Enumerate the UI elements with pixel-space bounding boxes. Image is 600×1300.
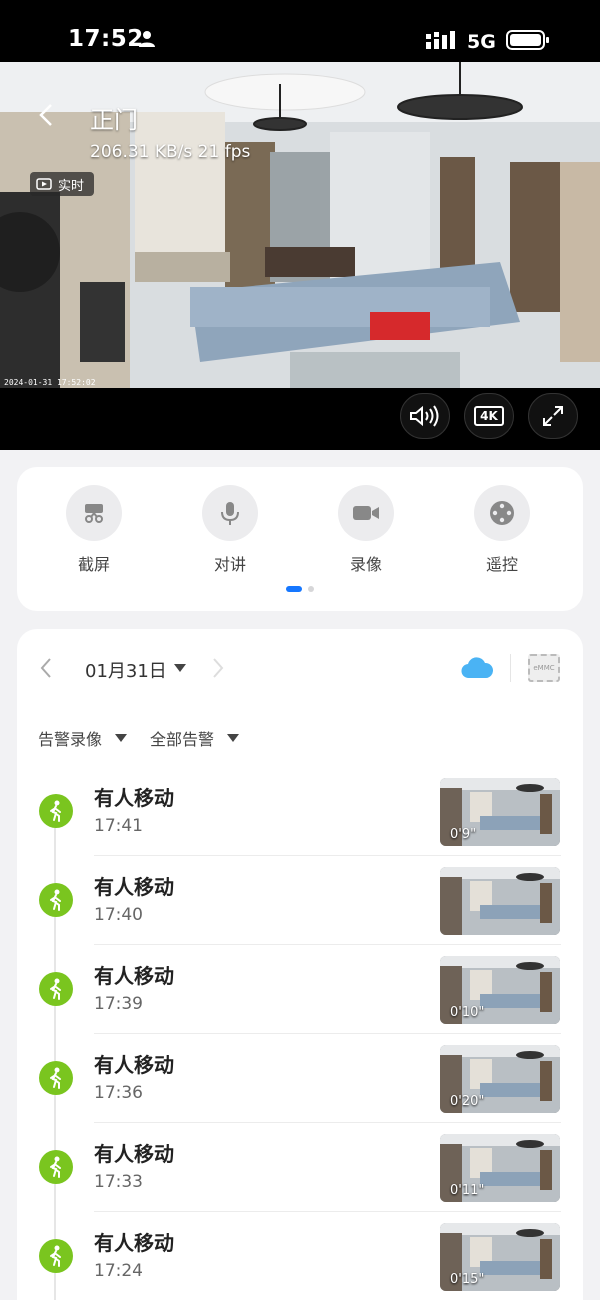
battery-icon <box>506 30 549 50</box>
sound-button[interactable] <box>400 393 450 439</box>
status-time: 17:52 <box>68 26 144 52</box>
event-thumbnail[interactable]: 0'9" <box>440 778 560 846</box>
remote-control-label: 遥控 <box>485 555 518 574</box>
remote-icon-bg <box>474 485 530 541</box>
back-icon[interactable] <box>38 103 54 127</box>
event-row[interactable]: 有人移动 17:33 0'11" <box>17 1134 583 1223</box>
row-divider <box>94 1122 561 1123</box>
event-title: 有人移动 <box>94 1053 174 1077</box>
screenshot-button[interactable]: 截屏 <box>49 485 139 575</box>
event-thumbnail[interactable] <box>440 867 560 935</box>
camera-title: 正门 <box>90 106 138 134</box>
event-row[interactable]: 有人移动 17:39 0'10" <box>17 956 583 1045</box>
record-button[interactable]: 录像 <box>321 485 411 575</box>
person-icon <box>139 31 155 47</box>
page-indicator <box>17 586 583 592</box>
motion-event-icon <box>39 1239 73 1273</box>
storage-divider <box>510 654 511 682</box>
event-duration: 0'15" <box>450 1272 485 1287</box>
video-timestamp: 2024-01-31 17:52:02 <box>4 378 96 387</box>
quality-button[interactable]: 4K <box>464 393 514 439</box>
event-duration: 0'11" <box>450 1183 485 1198</box>
screenshot-label: 截屏 <box>77 555 110 574</box>
motion-event-icon <box>39 1150 73 1184</box>
event-duration: 0'9" <box>450 827 477 842</box>
chevron-down-icon <box>115 734 128 742</box>
page-dot-active <box>286 586 302 592</box>
network-label: 5G <box>467 31 496 53</box>
live-badge[interactable]: 实时 <box>30 172 95 196</box>
event-title: 有人移动 <box>94 1142 174 1166</box>
alarm-scope-filter[interactable]: 全部告警 <box>150 726 240 750</box>
cloud-storage-icon[interactable] <box>461 656 493 680</box>
motion-event-icon <box>39 794 73 828</box>
date-label[interactable]: 01月31日 <box>85 657 167 683</box>
event-row[interactable]: 有人移动 17:24 0'15" <box>17 1223 583 1300</box>
event-thumbnail[interactable]: 0'15" <box>440 1223 560 1291</box>
alarm-type-label: 告警录像 <box>38 730 103 749</box>
microphone-icon <box>221 502 239 525</box>
event-title: 有人移动 <box>94 1231 174 1255</box>
intercom-button[interactable]: 对讲 <box>185 485 275 575</box>
row-divider <box>94 1211 561 1212</box>
event-duration: 0'20" <box>450 1094 485 1109</box>
event-time: 17:24 <box>94 1261 143 1281</box>
row-divider <box>94 1033 561 1034</box>
intercom-label: 对讲 <box>213 555 246 574</box>
alarm-scope-label: 全部告警 <box>150 730 215 749</box>
record-icon-bg <box>338 485 394 541</box>
thumbnail-image <box>440 867 560 935</box>
event-row[interactable]: 有人移动 17:41 0'9" <box>17 778 583 867</box>
event-title: 有人移动 <box>94 786 174 810</box>
date-dropdown-icon[interactable] <box>173 663 187 673</box>
event-time: 17:36 <box>94 1083 143 1103</box>
screenshot-icon-bg <box>66 485 122 541</box>
event-time: 17:40 <box>94 905 143 925</box>
event-duration: 0'10" <box>450 1005 485 1020</box>
event-thumbnail[interactable]: 0'10" <box>440 956 560 1024</box>
emmc-storage-button[interactable]: eMMC <box>528 654 560 682</box>
event-title: 有人移动 <box>94 964 174 988</box>
quality-label: 4K <box>480 409 498 423</box>
motion-event-icon <box>39 883 73 917</box>
intercom-icon-bg <box>202 485 258 541</box>
motion-event-icon <box>39 972 73 1006</box>
live-label: 实时 <box>58 178 85 194</box>
recordings-card: 01月31日 eMMC 告警录像 全部告警 有人移动 17:41 0'9" 有人移动 1… <box>17 629 583 1300</box>
quality-badge: 4K <box>474 406 504 426</box>
video-camera-icon <box>353 506 379 520</box>
stream-stats: 206.31 KB/s 21 fps <box>90 142 251 162</box>
event-time: 17:33 <box>94 1172 143 1192</box>
event-thumbnail[interactable]: 0'11" <box>440 1134 560 1202</box>
signal-icon <box>426 31 455 49</box>
event-thumbnail[interactable]: 0'20" <box>440 1045 560 1113</box>
screenshot-icon <box>85 504 103 523</box>
motion-event-icon <box>39 1061 73 1095</box>
previous-day-icon[interactable] <box>39 657 53 679</box>
tools-card: 截屏 对讲 录像 遥控 <box>17 467 583 611</box>
speaker-icon <box>410 405 439 427</box>
remote-control-icon <box>490 501 514 525</box>
status-bar: 17:52 5G <box>0 0 600 62</box>
event-row[interactable]: 有人移动 17:36 0'20" <box>17 1045 583 1134</box>
event-row[interactable]: 有人移动 17:40 <box>17 867 583 956</box>
row-divider <box>94 944 561 945</box>
page-dot <box>308 586 314 592</box>
next-day-icon[interactable] <box>211 657 225 679</box>
fullscreen-button[interactable] <box>528 393 578 439</box>
remote-control-button[interactable]: 遥控 <box>457 485 547 575</box>
live-video-icon <box>36 178 52 190</box>
event-title: 有人移动 <box>94 875 174 899</box>
fullscreen-icon <box>543 406 563 426</box>
alarm-type-filter[interactable]: 告警录像 <box>38 726 128 750</box>
emmc-label: eMMC <box>533 664 555 672</box>
record-label: 录像 <box>349 555 382 574</box>
chevron-down-icon <box>227 734 240 742</box>
row-divider <box>94 855 561 856</box>
event-time: 17:41 <box>94 816 143 836</box>
event-time: 17:39 <box>94 994 143 1014</box>
